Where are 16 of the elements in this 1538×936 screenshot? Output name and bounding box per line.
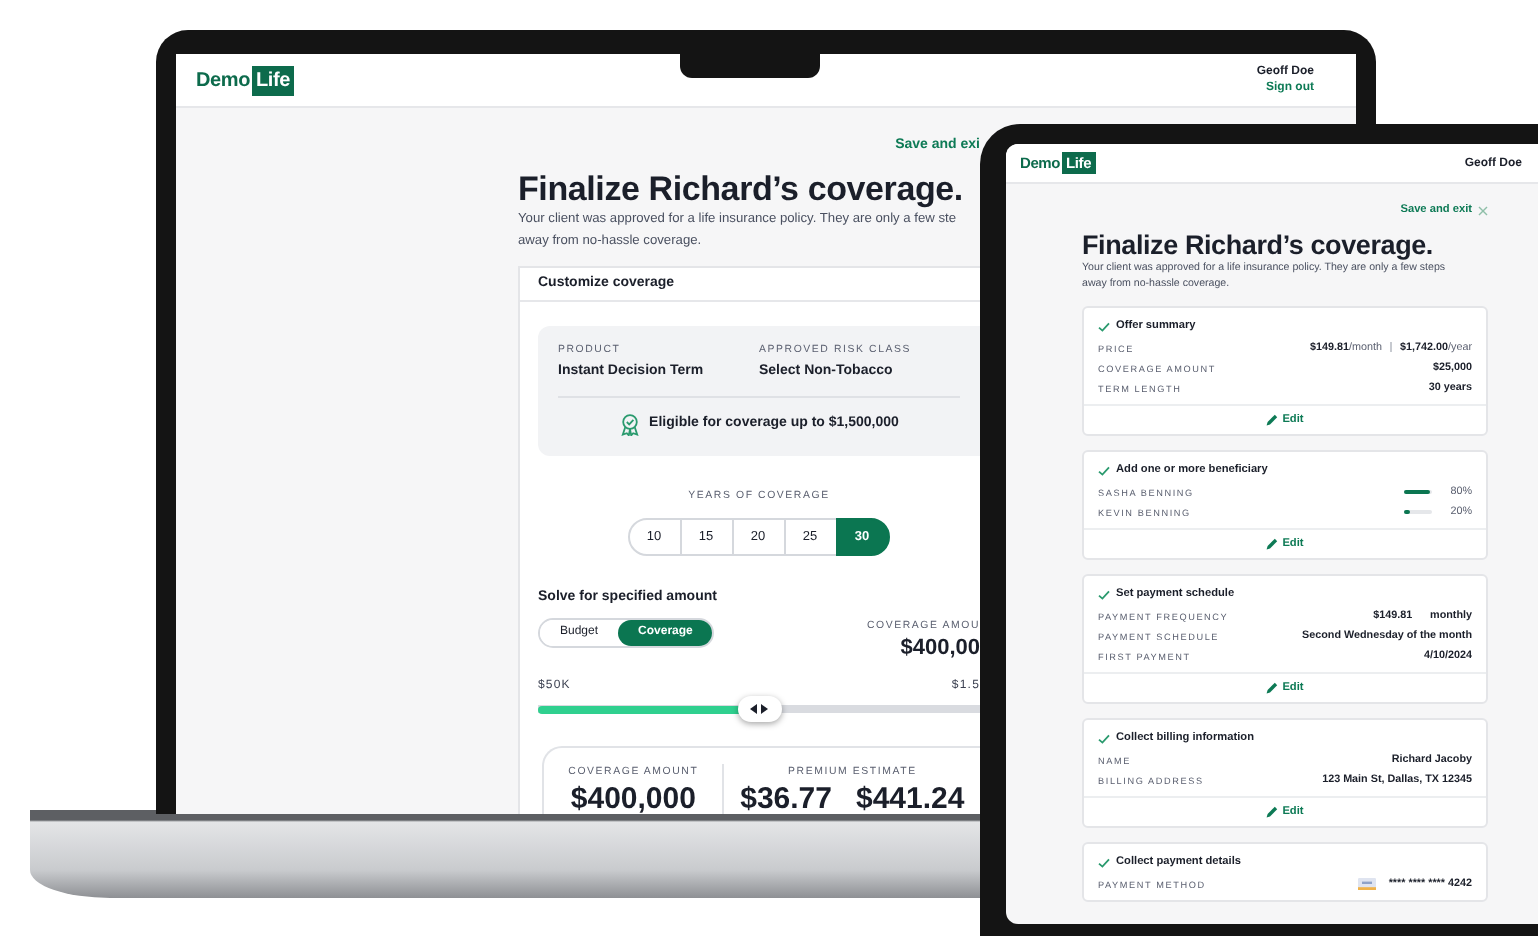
- pencil-icon: [1266, 413, 1279, 426]
- premium-value: $441.24: [856, 782, 965, 814]
- page-title: Finalize Richard’s coverage.: [518, 170, 965, 208]
- pencil-icon: [1266, 681, 1279, 694]
- page-title: Finalize Richard’s coverage.: [1082, 232, 1435, 260]
- coverage-amount-value: $400,000: [568, 782, 698, 814]
- close-icon[interactable]: [1478, 205, 1488, 215]
- slider-thumb[interactable]: [737, 696, 781, 722]
- logo[interactable]: Demo Life: [196, 65, 294, 95]
- camera-notch: [680, 54, 820, 78]
- award-icon: [619, 414, 640, 436]
- pencil-icon: [1266, 805, 1279, 818]
- amount-value: $400,00: [898, 636, 980, 662]
- pencil-icon: [1266, 537, 1279, 550]
- credit-card-icon: [1358, 877, 1377, 890]
- premium-value: $36.77: [740, 782, 832, 814]
